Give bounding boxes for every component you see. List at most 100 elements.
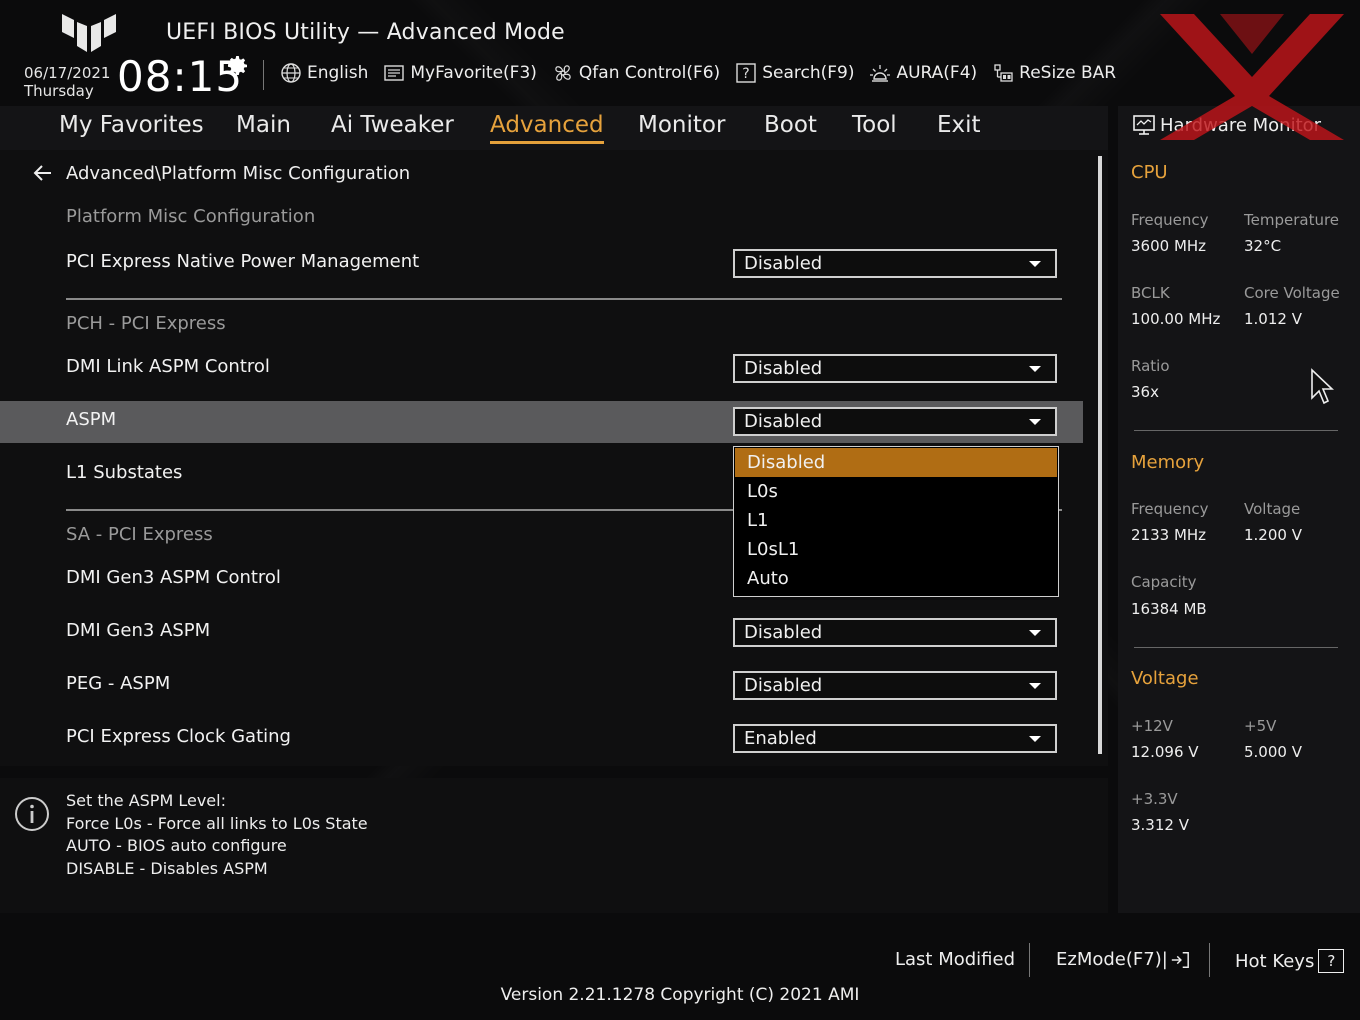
chevron-down-icon <box>1029 261 1041 267</box>
aura-button[interactable]: AURA(F4) <box>869 62 977 84</box>
peg-aspm-select[interactable]: Disabled <box>733 671 1057 700</box>
dropdown-option-l0sl1[interactable]: L0sL1 <box>735 535 1057 564</box>
gear-icon[interactable] <box>226 54 250 78</box>
svg-text:?: ? <box>742 66 749 82</box>
version-text: Version 2.21.1278 Copyright (C) 2021 AMI <box>500 985 860 1005</box>
memory-voltage-label: Voltage <box>1244 500 1301 518</box>
dmi-gen3-aspm-label: DMI Gen3 ASPM <box>66 620 211 641</box>
back-arrow-icon[interactable] <box>32 162 54 184</box>
fan-icon <box>555 65 571 81</box>
breadcrumb-path: Advanced\Platform Misc Configuration <box>66 162 411 184</box>
footer-separator <box>1029 943 1030 977</box>
v12-value: 12.096 V <box>1131 743 1199 761</box>
tab-monitor[interactable]: Monitor <box>638 112 725 138</box>
main-tabs: My Favorites Main Ai Tweaker Advanced Mo… <box>0 106 1108 150</box>
chevron-down-icon <box>1029 630 1041 636</box>
info-icon <box>15 797 49 831</box>
bclk-label: BCLK <box>1131 284 1170 302</box>
aura-label: AURA(F4) <box>896 63 978 83</box>
memory-voltage-value: 1.200 V <box>1244 526 1302 544</box>
header: UEFI BIOS Utility — Advanced Mode 06/17/… <box>0 0 1360 106</box>
aura-icon <box>870 65 891 82</box>
myfavorite-button[interactable]: MyFavorite(F3) <box>383 62 537 84</box>
v33-label: +3.3V <box>1131 790 1178 808</box>
search-label: Search(F9) <box>762 63 855 83</box>
memory-heading: Memory <box>1131 452 1205 473</box>
dmi-link-aspm-select[interactable]: Disabled <box>733 354 1057 383</box>
dropdown-option-disabled[interactable]: Disabled <box>735 448 1057 477</box>
search-button[interactable]: ? Search(F9) <box>735 62 854 84</box>
hardware-monitor-panel: Hardware Monitor CPU Frequency Temperatu… <box>1118 106 1360 913</box>
dmi-link-aspm-label: DMI Link ASPM Control <box>66 356 270 377</box>
voltage-heading: Voltage <box>1131 668 1199 689</box>
pci-clock-gating-select[interactable]: Enabled <box>733 724 1057 753</box>
chevron-down-icon <box>1029 683 1041 689</box>
dmi-gen3-aspm-value: Disabled <box>744 622 823 643</box>
tab-main[interactable]: Main <box>236 112 291 138</box>
clock-time: 08:15 <box>117 52 244 101</box>
dmi-gen3-aspm-select[interactable]: Disabled <box>733 618 1057 647</box>
aspm-value: Disabled <box>744 411 823 432</box>
last-modified-button[interactable]: Last Modified <box>895 949 1015 970</box>
date-display: 06/17/2021 Thursday <box>24 64 110 100</box>
tuf-logo <box>62 14 116 52</box>
dropdown-option-l1[interactable]: L1 <box>735 506 1057 535</box>
peg-aspm-label: PEG - ASPM <box>66 673 171 694</box>
ezmode-label: EzMode(F7)| <box>1056 949 1168 970</box>
help-line: Force L0s - Force all links to L0s State <box>66 813 368 833</box>
mouse-cursor-icon <box>1311 368 1334 405</box>
cpu-frequency-value: 3600 MHz <box>1131 237 1207 255</box>
watermark-logo <box>1160 14 1344 140</box>
aspm-select[interactable]: Disabled <box>733 407 1057 436</box>
cpu-frequency-label: Frequency <box>1131 211 1209 229</box>
peg-aspm-value: Disabled <box>744 675 823 696</box>
tab-ai-tweaker[interactable]: Ai Tweaker <box>331 112 454 138</box>
resize-bar-label: ReSize BAR <box>1019 63 1117 83</box>
help-line: DISABLE - Disables ASPM <box>66 858 268 878</box>
v5-value: 5.000 V <box>1244 743 1302 761</box>
qfan-control-button[interactable]: Qfan Control(F6) <box>552 62 720 84</box>
cpu-temperature-value: 32°C <box>1244 237 1282 255</box>
cpu-temperature-label: Temperature <box>1244 211 1340 229</box>
l1-substates-label: L1 Substates <box>66 462 183 483</box>
pci-clock-gating-value: Enabled <box>744 728 817 749</box>
settings-scrollbar[interactable] <box>1098 156 1102 754</box>
pci-clock-gating-label: PCI Express Clock Gating <box>66 726 291 747</box>
tab-tool[interactable]: Tool <box>852 112 897 138</box>
aspm-dropdown-menu: Disabled L0s L1 L0sL1 Auto <box>733 446 1059 597</box>
breadcrumb: Advanced\Platform Misc Configuration <box>32 162 410 184</box>
footer: Last Modified EzMode(F7)| Hot Keys ? Ver… <box>0 913 1360 1020</box>
memory-frequency-label: Frequency <box>1131 500 1209 518</box>
qfan-label: Qfan Control(F6) <box>578 63 721 83</box>
pci-native-pm-select[interactable]: Disabled <box>733 249 1057 278</box>
dropdown-option-auto[interactable]: Auto <box>735 564 1057 593</box>
hot-keys-label: Hot Keys <box>1235 950 1315 972</box>
day-text: Thursday <box>24 82 94 100</box>
tab-exit[interactable]: Exit <box>937 112 981 138</box>
chevron-down-icon <box>1029 419 1041 425</box>
ezmode-button[interactable]: EzMode(F7)| <box>1056 949 1190 970</box>
v5-label: +5V <box>1244 717 1277 735</box>
section-platform-misc: Platform Misc Configuration <box>66 206 316 227</box>
language-label: English <box>307 63 369 83</box>
resize-bar-button[interactable]: ReSize BAR <box>992 62 1116 84</box>
section-sa-pci-express: SA - PCI Express <box>66 524 213 545</box>
language-button[interactable]: English <box>280 62 368 84</box>
tab-boot[interactable]: Boot <box>764 112 817 138</box>
ratio-value: 36x <box>1131 383 1159 401</box>
globe-icon <box>281 63 301 83</box>
dmi-link-aspm-value: Disabled <box>744 358 823 379</box>
tab-advanced[interactable]: Advanced <box>490 112 604 144</box>
monitor-icon <box>1133 115 1155 135</box>
tab-my-favorites[interactable]: My Favorites <box>59 112 204 138</box>
toolbar: English MyFavorite(F3) Qfan Control(F6) … <box>280 62 1131 84</box>
pci-native-pm-label: PCI Express Native Power Management <box>66 251 420 272</box>
dropdown-option-l0s[interactable]: L0s <box>735 477 1057 506</box>
help-line: AUTO - BIOS auto configure <box>66 836 287 855</box>
favorite-icon <box>384 65 405 81</box>
header-separator <box>263 60 264 90</box>
chevron-down-icon <box>1029 366 1041 372</box>
date-text: 06/17/2021 <box>24 64 111 82</box>
hot-keys-button[interactable]: Hot Keys ? <box>1235 949 1345 973</box>
section-divider <box>66 298 1062 300</box>
